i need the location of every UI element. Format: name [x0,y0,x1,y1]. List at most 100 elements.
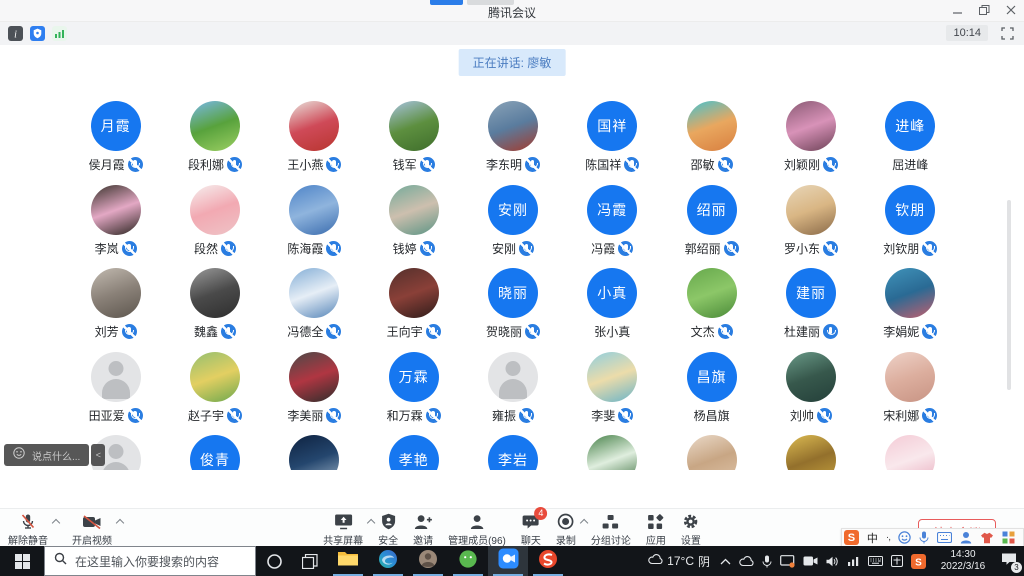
participant-tile[interactable]: 李岩 [463,428,562,470]
participant-tile[interactable]: 进峰屈进峰 [861,94,960,178]
ime-punctuation-toggle[interactable]: ·, [886,532,890,543]
ime-skin-icon[interactable] [980,532,994,544]
toolbar-unmute-button[interactable]: 解除静音 [8,512,48,547]
emoji-icon[interactable] [13,446,25,464]
toolbar-invite-button[interactable]: 邀请 [413,512,433,547]
chevron-up-icon[interactable] [116,519,124,527]
action-center-button[interactable]: 3 [994,546,1024,576]
sogou-logo-icon[interactable]: S [844,530,859,545]
participant-tile[interactable]: 孝艳 [364,428,463,470]
fullscreen-icon[interactable] [1001,27,1014,45]
sogou-browser-app-button[interactable] [528,546,568,576]
toolbar-breakout-button[interactable]: 分组讨论 [591,512,631,547]
participant-tile[interactable] [265,428,364,470]
participant-tile[interactable]: 宋利娜 [861,345,960,429]
participant-tile[interactable]: 万霖和万霖 [364,345,463,429]
chevron-up-icon[interactable] [580,519,588,527]
ime-panel-icon[interactable] [891,555,903,567]
chat-collapse-button[interactable]: < [91,444,105,466]
participant-tile[interactable]: 小真张小真 [563,261,662,345]
participant-tile[interactable]: 王向宇 [364,261,463,345]
file-explorer-app-button[interactable] [328,546,368,576]
participant-tile[interactable]: 冯德全 [265,261,364,345]
participant-tile[interactable]: 李斐 [563,345,662,429]
chat-input[interactable]: 说点什么... [4,444,89,466]
participant-tile[interactable]: 刘帅 [761,345,860,429]
restore-button[interactable] [979,5,990,15]
toolbar-record-button[interactable]: 录制 [556,512,576,547]
start-button[interactable] [0,546,44,576]
microphone-icon[interactable] [762,555,772,568]
ime-emoji-icon[interactable] [898,531,911,544]
participant-tile[interactable]: 李岚 [66,178,165,262]
ime-mode-toggle[interactable]: 中 [867,530,878,546]
sogou-icon[interactable]: S [911,554,926,569]
toolbar-chat-button[interactable]: 4聊天 [521,512,541,547]
participant-tile[interactable]: 安刚安刚 [463,178,562,262]
participant-tile[interactable]: 李东明 [463,94,562,178]
participant-tile[interactable]: 邵敏 [662,94,761,178]
participant-tile[interactable]: 刘颖刚 [761,94,860,178]
participant-tile[interactable]: 田亚爱 [66,345,165,429]
network-quality-icon[interactable] [52,26,67,46]
participant-tile[interactable]: 月霞侯月霞 [66,94,165,178]
network-icon[interactable] [847,556,860,566]
taskview-button[interactable] [292,546,328,576]
participant-tile[interactable] [861,428,960,470]
participant-tile[interactable] [761,428,860,470]
participant-tile[interactable]: 王小燕 [265,94,364,178]
participant-tile[interactable]: 李美丽 [265,345,364,429]
participant-tile[interactable]: 建丽杜建丽 [761,261,860,345]
participant-tile[interactable]: 赵子宇 [165,345,264,429]
participant-tile[interactable]: 段利娜 [165,94,264,178]
close-button[interactable] [1006,5,1016,15]
chevron-up-icon[interactable] [720,558,731,565]
participant-tile[interactable] [662,428,761,470]
ime-voice-icon[interactable] [919,531,929,544]
participant-tile[interactable]: 钱军 [364,94,463,178]
avatar-app-app-button[interactable] [408,546,448,576]
participant-tile[interactable]: 文杰 [662,261,761,345]
participant-tile[interactable]: 国祥陈国祥 [563,94,662,178]
cloud-icon[interactable] [739,556,754,567]
participant-tile[interactable]: 钦朋刘钦朋 [861,178,960,262]
taskbar-clock[interactable]: 14:30 2022/3/16 [934,549,992,573]
participant-tile[interactable] [563,428,662,470]
participant-tile[interactable]: 陈海霞 [265,178,364,262]
participant-tile[interactable]: 雍振 [463,345,562,429]
participant-tile[interactable]: 晓丽贺晓丽 [463,261,562,345]
minimize-button[interactable] [953,5,963,15]
toolbar-apps-button[interactable]: 应用 [646,512,666,547]
participant-tile[interactable]: 绍丽郭绍丽 [662,178,761,262]
cortana-button[interactable] [256,546,292,576]
toolbar-share-screen-button[interactable]: 共享屏幕 [323,512,363,547]
ime-toolbox-icon[interactable] [1002,531,1015,544]
ime-keyboard-icon[interactable] [937,532,952,543]
tencent-meeting-app-button[interactable] [488,546,528,576]
participant-tile[interactable]: 魏鑫 [165,261,264,345]
participant-tile[interactable]: 李娟妮 [861,261,960,345]
toolbar-security-button[interactable]: 安全 [378,512,398,547]
chevron-up-icon[interactable] [367,519,375,527]
ime-account-icon[interactable] [960,531,972,544]
toolbar-start-video-button[interactable]: 开启视频 [72,512,112,547]
participant-tile[interactable]: 刘芳 [66,261,165,345]
keyboard-icon[interactable] [868,556,883,566]
edge-app-button[interactable] [368,546,408,576]
participant-tile[interactable]: 昌旗杨昌旗 [662,345,761,429]
participant-tile[interactable]: 俊青 [165,428,264,470]
taskbar-search-input[interactable]: 在这里输入你要搜索的内容 [44,546,256,576]
participant-tile[interactable]: 冯霞冯霞 [563,178,662,262]
scrollbar[interactable] [1007,200,1011,390]
participant-tile[interactable]: 罗小东 [761,178,860,262]
speaker-icon[interactable] [826,556,839,567]
meeting-info-icon[interactable]: i [8,26,23,46]
participant-tile[interactable]: 钱婷 [364,178,463,262]
green-app-app-button[interactable] [448,546,488,576]
chevron-up-icon[interactable] [52,519,60,527]
participant-tile[interactable]: 段然 [165,178,264,262]
screen-share-icon[interactable] [780,555,795,568]
weather-widget[interactable]: 17°C 阴 [648,553,710,570]
camera-icon[interactable] [803,556,818,566]
toolbar-manage-members-button[interactable]: 管理成员(96) [448,512,506,547]
